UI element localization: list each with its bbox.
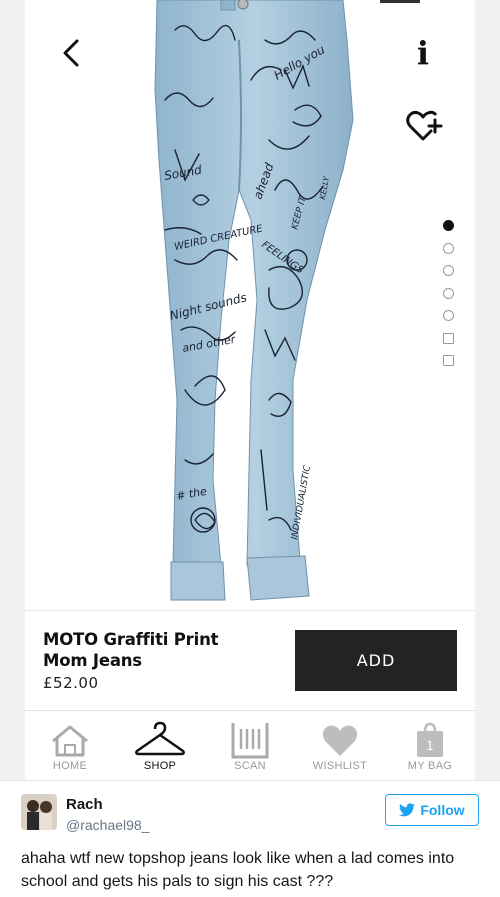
nav-label: SCAN (234, 760, 266, 772)
jeans-illustration: Sound WEIRD CREATURE FEELINGS Night soun… (154, 0, 354, 601)
heart-plus-icon (406, 110, 443, 141)
follow-label: Follow (420, 802, 465, 818)
pagination-dot[interactable] (443, 310, 454, 321)
tweet-user-handle[interactable]: @rachael98_ (66, 817, 150, 833)
follow-button[interactable]: Follow (385, 794, 479, 826)
info-button[interactable]: i (413, 36, 433, 70)
pagination-dot[interactable] (443, 265, 454, 276)
chevron-left-icon (63, 39, 79, 67)
pagination-video-dot[interactable] (443, 332, 454, 344)
twitter-bird-icon (399, 803, 416, 817)
battery-icon (380, 0, 420, 3)
nav-label: MY BAG (407, 760, 453, 772)
home-icon (52, 725, 88, 757)
tweet-user-name[interactable]: Rach (66, 796, 103, 813)
pagination-dot[interactable] (443, 220, 454, 231)
nav-label: WISHLIST (312, 760, 368, 772)
pagination-dot[interactable] (443, 242, 454, 254)
add-to-bag-button[interactable]: ADD (295, 630, 457, 691)
barcode-icon (231, 723, 269, 759)
nav-label: HOME (52, 760, 88, 772)
pagination-dot[interactable] (443, 287, 454, 299)
app-screenshot: Sound WEIRD CREATURE FEELINGS Night soun… (0, 0, 500, 780)
bottom-nav: HOME SHOP SCAN WISHLIST 1 MY BAG (25, 710, 475, 780)
avatar[interactable] (21, 794, 57, 830)
product-screen: Sound WEIRD CREATURE FEELINGS Night soun… (25, 0, 475, 780)
product-price: £52.00 (43, 674, 99, 692)
hanger-icon (135, 721, 185, 756)
info-icon: i (416, 34, 430, 72)
status-bar-peek (25, 0, 475, 6)
add-to-wishlist-button[interactable] (405, 108, 445, 144)
avatar-photo (21, 794, 57, 830)
tweet: Rach @rachael98_ Follow ahaha wtf new to… (0, 780, 500, 897)
image-pagination (443, 220, 457, 378)
nav-home[interactable]: HOME (25, 711, 115, 781)
tweet-text: ahaha wtf new topshop jeans look like wh… (21, 850, 455, 890)
heart-icon (322, 725, 358, 756)
back-button[interactable] (59, 36, 83, 70)
nav-label: SHOP (143, 760, 177, 772)
product-image[interactable]: Sound WEIRD CREATURE FEELINGS Night soun… (25, 0, 475, 610)
product-name: MOTO Graffiti Print Mom Jeans (43, 630, 219, 670)
product-info: MOTO Graffiti Print Mom Jeans £52.00 ADD (25, 610, 475, 710)
bag-icon: 1 (417, 722, 443, 757)
pagination-video-dot[interactable] (443, 355, 454, 366)
nav-wishlist[interactable]: WISHLIST (295, 711, 385, 781)
bag-count: 1 (426, 739, 434, 753)
nav-scan[interactable]: SCAN (205, 711, 295, 781)
nav-my-bag[interactable]: 1 MY BAG (385, 711, 475, 781)
nav-shop[interactable]: SHOP (115, 711, 205, 781)
